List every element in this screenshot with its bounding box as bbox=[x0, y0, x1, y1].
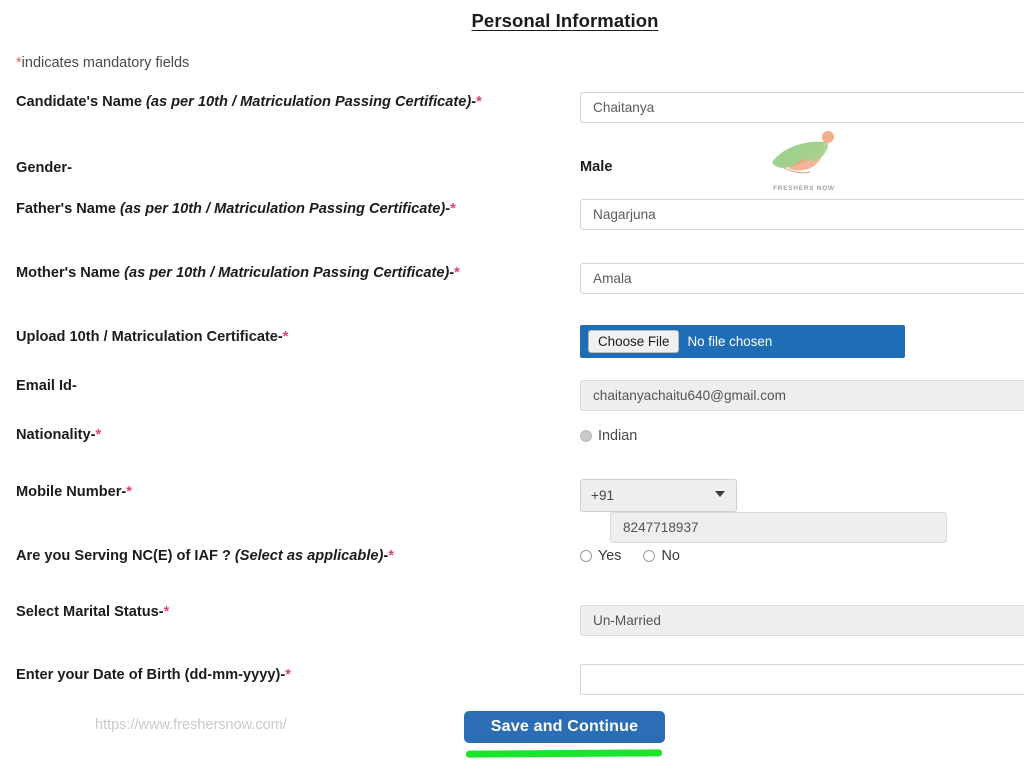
label-candidate-name: Candidate's Name (as per 10th / Matricul… bbox=[16, 92, 546, 113]
file-upload-control[interactable]: Choose File No file chosen bbox=[580, 325, 905, 358]
field-candidate-name bbox=[580, 92, 1024, 123]
nationality-radio-group[interactable]: Indian bbox=[580, 428, 659, 444]
required-star-icon: * bbox=[163, 604, 170, 620]
green-highlight-annotation bbox=[465, 749, 663, 758]
logo-text: FRESHERS NOW bbox=[773, 185, 835, 192]
mobile-number-input bbox=[610, 512, 947, 543]
field-fathers-name bbox=[580, 199, 1024, 230]
label-marital-status-main: Select Marital Status bbox=[16, 604, 159, 620]
radio-indian-icon[interactable] bbox=[580, 430, 592, 442]
field-serving-nce-iaf[interactable]: Yes No bbox=[580, 548, 702, 564]
country-code-select-wrap[interactable]: +91 bbox=[580, 479, 737, 512]
label-candidate-name-note: (as per 10th / Matriculation Passing Cer… bbox=[146, 94, 472, 110]
field-nationality[interactable]: Indian bbox=[580, 428, 659, 444]
personal-information-form: Personal Information *indicates mandator… bbox=[0, 0, 1024, 773]
country-code-select[interactable]: +91 bbox=[580, 479, 737, 512]
label-nationality-main: Nationality bbox=[16, 427, 91, 443]
label-mothers-name-note: (as per 10th / Matriculation Passing Cer… bbox=[124, 265, 450, 281]
label-email-id-dash: - bbox=[71, 378, 77, 394]
candidate-name-input[interactable] bbox=[580, 92, 1024, 123]
gender-value: Male bbox=[580, 159, 613, 175]
label-upload-certificate-main: Upload 10th / Matriculation Certificate bbox=[16, 329, 278, 345]
field-gender: Male bbox=[580, 158, 612, 176]
mandatory-note-text: indicates mandatory fields bbox=[21, 55, 190, 71]
field-marital-status[interactable] bbox=[580, 605, 1024, 636]
radio-yes-label[interactable]: Yes bbox=[598, 548, 621, 564]
fathers-name-input[interactable] bbox=[580, 199, 1024, 230]
field-email-id bbox=[580, 380, 1024, 411]
label-date-of-birth: Enter your Date of Birth (dd-mm-yyyy)-* bbox=[16, 665, 546, 686]
label-gender-main: Gender bbox=[16, 160, 68, 176]
footer-site-url: https://www.freshersnow.com/ bbox=[95, 717, 287, 733]
label-gender: Gender- bbox=[16, 158, 546, 179]
label-fathers-name: Father's Name (as per 10th / Matriculati… bbox=[16, 199, 546, 220]
radio-no-label[interactable]: No bbox=[661, 548, 679, 564]
label-nationality: Nationality-* bbox=[16, 425, 546, 446]
label-mobile-number: Mobile Number-* bbox=[16, 482, 546, 503]
label-candidate-name-main: Candidate's Name bbox=[16, 94, 146, 110]
mandatory-fields-note: *indicates mandatory fields bbox=[16, 55, 189, 71]
label-marital-status: Select Marital Status-* bbox=[16, 602, 546, 623]
save-and-continue-button[interactable]: Save and Continue bbox=[464, 711, 665, 743]
label-gender-dash: - bbox=[67, 160, 72, 176]
radio-yes-icon[interactable] bbox=[580, 550, 592, 562]
label-date-of-birth-main: Enter your Date of Birth (dd-mm-yyyy) bbox=[16, 667, 281, 683]
required-star-icon: * bbox=[282, 329, 289, 345]
label-fathers-name-main: Father's Name bbox=[16, 201, 121, 217]
required-star-icon: * bbox=[388, 548, 394, 564]
file-status-text: No file chosen bbox=[687, 334, 773, 349]
label-mobile-number-main: Mobile Number bbox=[16, 484, 122, 500]
radio-no-icon[interactable] bbox=[643, 550, 656, 562]
label-serving-nce-iaf: Are you Serving NC(E) of IAF ? (Select a… bbox=[16, 546, 546, 567]
mothers-name-input[interactable] bbox=[580, 263, 1024, 294]
field-date-of-birth[interactable] bbox=[580, 664, 1024, 695]
label-serving-nce-iaf-main: Are you Serving NC(E) of IAF ? bbox=[16, 548, 235, 564]
required-star-icon: * bbox=[476, 94, 482, 110]
choose-file-button[interactable]: Choose File bbox=[588, 329, 680, 354]
field-mobile-number: +91 bbox=[580, 479, 1024, 543]
page-title: Personal Information bbox=[471, 10, 659, 31]
radio-indian-label[interactable]: Indian bbox=[598, 428, 637, 444]
required-star-icon: * bbox=[95, 427, 102, 443]
label-mothers-name-main: Mother's Name bbox=[16, 265, 125, 281]
required-star-icon: * bbox=[454, 265, 460, 281]
required-star-icon: * bbox=[126, 484, 132, 500]
marital-status-input[interactable] bbox=[580, 605, 1024, 636]
label-mothers-name: Mother's Name (as per 10th / Matriculati… bbox=[16, 263, 546, 284]
freshersnow-logo: FRESHERS NOW bbox=[758, 128, 850, 192]
field-mothers-name bbox=[580, 263, 1024, 294]
required-star-icon: * bbox=[285, 667, 291, 683]
required-star-icon: * bbox=[450, 201, 456, 217]
label-email-id-main: Email Id bbox=[16, 378, 72, 394]
field-upload-certificate[interactable]: Choose File No file chosen bbox=[580, 325, 905, 358]
date-of-birth-input[interactable] bbox=[580, 664, 1024, 695]
label-upload-certificate: Upload 10th / Matriculation Certificate-… bbox=[16, 327, 546, 348]
label-serving-nce-iaf-note: (Select as applicable) bbox=[234, 548, 384, 564]
freshersnow-bird-icon bbox=[772, 131, 834, 174]
email-id-input bbox=[580, 380, 1024, 411]
label-email-id: Email Id- bbox=[16, 376, 546, 397]
serving-nce-radio-group[interactable]: Yes No bbox=[580, 548, 702, 564]
label-fathers-name-note: (as per 10th / Matriculation Passing Cer… bbox=[120, 201, 446, 217]
